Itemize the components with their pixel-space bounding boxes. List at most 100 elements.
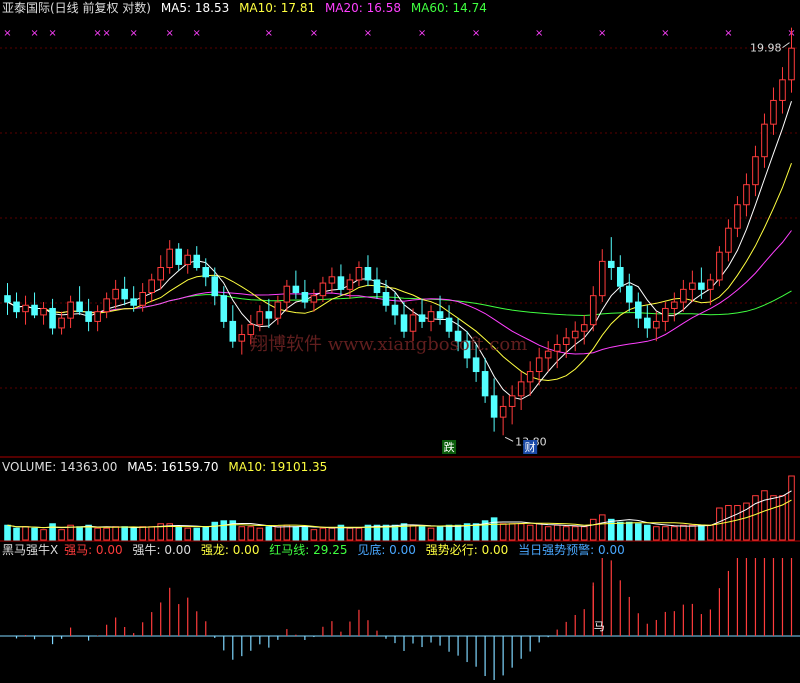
candle-body — [238, 334, 246, 342]
x-marker: × — [661, 28, 669, 39]
candle-body — [31, 304, 38, 316]
qiangma-value: 强马: 0.00 — [64, 543, 123, 557]
candle-body — [166, 248, 174, 269]
volume-bar — [598, 514, 606, 541]
volume-bar — [644, 524, 651, 541]
volume-bar — [770, 495, 777, 541]
volume-bar — [671, 526, 678, 541]
volume-bar — [193, 527, 201, 541]
main-legend: 亚泰国际(日线 前复权 对数) MA5: 18.53 MA10: 17.81 M… — [2, 1, 493, 15]
candle-body — [553, 343, 561, 352]
candle-body — [409, 314, 417, 332]
volume-ma10-line — [7, 499, 792, 529]
volume-bar — [121, 526, 128, 541]
candle-body — [436, 311, 444, 319]
volume-label: VOLUME: 14363.00 — [2, 460, 118, 474]
x-marker: × — [193, 28, 201, 39]
x-marker: × — [30, 28, 38, 39]
volume-bar — [472, 523, 480, 541]
yujing-value: 当日强势预警: 0.00 — [518, 543, 625, 557]
candle-body — [598, 260, 606, 297]
x-marker: × — [472, 28, 480, 39]
candle-body — [770, 99, 777, 125]
candle-body — [220, 295, 228, 322]
candle-body — [292, 285, 300, 294]
candle-body — [103, 298, 110, 313]
candle-body — [139, 292, 146, 306]
volume-bar — [625, 521, 633, 541]
volume-bar — [680, 524, 687, 541]
volume-bar — [13, 527, 20, 541]
candle-body — [400, 314, 408, 332]
x-marker: × — [48, 28, 56, 39]
candle-body — [571, 330, 579, 339]
candle-body — [310, 295, 318, 303]
volume-bar — [689, 524, 696, 541]
candle-body — [472, 357, 480, 373]
volume-bar — [94, 527, 101, 541]
candle-body — [202, 267, 210, 278]
volume-bar — [256, 527, 264, 541]
volume-bar — [301, 526, 309, 541]
candle-body — [130, 298, 137, 306]
volume-bar — [445, 524, 453, 541]
volume-bar — [436, 526, 444, 541]
x-marker: × — [265, 28, 273, 39]
candle-body — [761, 123, 768, 158]
candle-body — [707, 279, 714, 290]
volume-bar — [635, 523, 642, 541]
volume-bar — [616, 521, 624, 541]
candle-body — [346, 279, 354, 290]
volume-bar — [553, 524, 561, 541]
candle-body — [752, 156, 759, 186]
x-marker: × — [724, 28, 732, 39]
ma10-legend: MA10: 17.81 — [239, 1, 316, 15]
volume-bar — [508, 523, 516, 541]
volume-bar — [40, 529, 47, 541]
qianglong-value: 强龙: 0.00 — [200, 543, 260, 557]
candle-body — [121, 288, 128, 300]
candle-body — [490, 395, 498, 418]
x-marker: × — [3, 28, 11, 39]
candle-body — [373, 279, 381, 294]
indicator-legend: 黑马强牛X 强马: 0.00 强牛: 0.00 强龙: 0.00 红马线: 29… — [2, 543, 631, 557]
candle-body — [337, 276, 345, 290]
volume-bar — [391, 524, 399, 541]
volume-ma10: MA10: 19101.35 — [228, 460, 328, 474]
volume-bar — [4, 524, 11, 541]
volume-bar — [319, 527, 327, 541]
candle-body — [698, 282, 705, 290]
candle-body — [211, 276, 219, 297]
candle-body — [535, 357, 543, 373]
volume-bar — [490, 517, 498, 541]
candle-body — [680, 288, 687, 303]
candle-body — [274, 301, 282, 319]
candle-body — [67, 301, 74, 319]
volume-bar — [607, 518, 615, 541]
ma20-legend: MA20: 16.58 — [324, 1, 401, 15]
volume-ma5: MA5: 16159.70 — [127, 460, 219, 474]
candle-body — [580, 324, 588, 332]
candle-body — [526, 371, 534, 383]
volume-bar — [211, 521, 219, 541]
volume-bar — [346, 527, 354, 541]
candle-body — [788, 47, 795, 81]
volume-bar — [580, 526, 588, 541]
watermark: 翔博软件 www.xiangbosoft.com — [250, 334, 528, 355]
candle-body — [355, 267, 363, 281]
candle-body — [499, 405, 507, 418]
candle-body — [175, 248, 183, 265]
main-title: 亚泰国际(日线 前复权 对数) — [2, 1, 151, 15]
candle-body — [644, 317, 651, 329]
jiandi-value: 见底: 0.00 — [357, 543, 416, 557]
candle-body — [13, 301, 20, 313]
volume-bar — [562, 526, 570, 541]
indicator-name: 黑马强牛X — [2, 543, 59, 557]
x-marker: × — [166, 28, 174, 39]
candle-body — [301, 292, 309, 303]
x-marker: × — [310, 28, 318, 39]
candle-body — [689, 282, 696, 290]
candle-body — [22, 304, 29, 313]
volume-bar — [31, 527, 38, 541]
candle-body — [616, 267, 624, 287]
